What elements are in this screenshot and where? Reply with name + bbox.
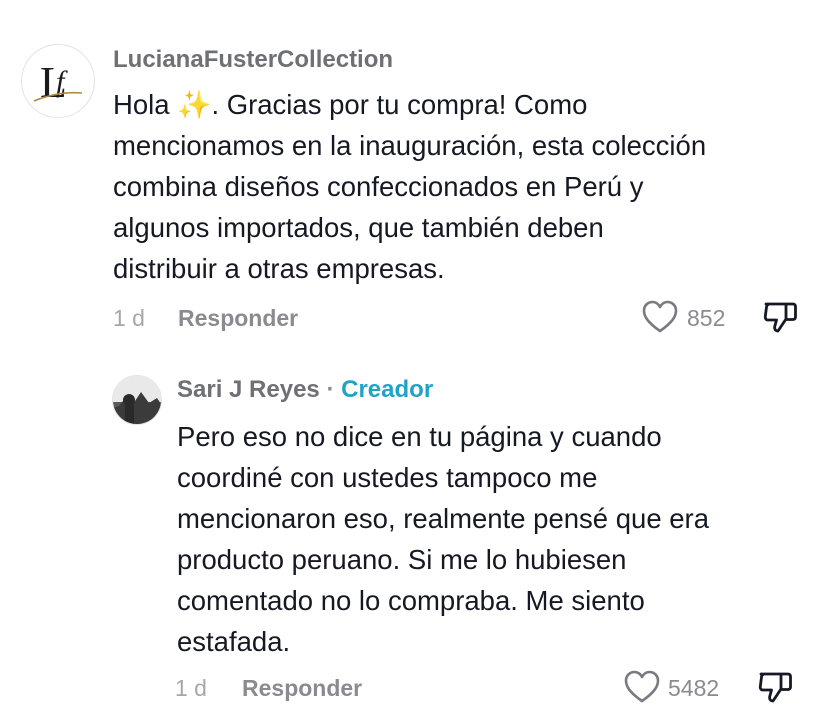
creator-badge: Creador <box>341 376 434 403</box>
comment-age: 1 d <box>175 675 207 701</box>
thumbs-down-icon[interactable] <box>762 299 798 335</box>
thumbs-down-icon[interactable] <box>757 669 793 705</box>
avatar[interactable]: L f <box>21 44 95 118</box>
like-count: 852 <box>687 305 726 331</box>
reply-button[interactable]: Responder <box>242 675 362 702</box>
user-photo-avatar <box>113 376 161 424</box>
comment-text-line: mencionamos en la inauguración, esta col… <box>113 130 707 161</box>
like-count: 5482 <box>668 675 720 701</box>
comment-text-line: combina diseños confeccionados en Perú y <box>113 171 644 202</box>
comment-text-line: comentado no lo compraba. Me siento <box>177 585 645 616</box>
heart-icon[interactable] <box>623 669 661 705</box>
comment-text: Pero eso no dice en tu página y cuando c… <box>177 416 817 662</box>
comment-text-line: mencionaron eso, realmente pensé que era <box>177 503 710 534</box>
reply-comment-item: Sari J Reyes · Creador Pero eso no dice … <box>0 350 828 727</box>
comment-item: L f LucianaFusterCollection Hola ✨. Grac… <box>0 0 828 350</box>
reply-button[interactable]: Responder <box>178 305 298 332</box>
comment-author-line: Sari J Reyes · Creador <box>177 376 433 404</box>
comment-username[interactable]: Sari J Reyes <box>177 376 320 403</box>
comment-text-line: producto peruano. Si me lo hubiesen <box>177 544 627 575</box>
comment-text-line: Pero eso no dice en tu página y cuando <box>177 421 662 452</box>
comment-text-line: coordiné con ustedes tampoco me <box>177 462 598 493</box>
comment-text-line: algunos importados, que también deben <box>113 212 604 243</box>
separator-dot: · <box>326 376 335 403</box>
comment-text-line: Hola ✨. Gracias por tu compra! Como <box>113 89 588 120</box>
heart-icon[interactable] <box>641 299 679 335</box>
avatar[interactable] <box>112 375 162 425</box>
brand-logo-icon: L f <box>33 58 83 107</box>
comment-username[interactable]: LucianaFusterCollection <box>113 46 393 74</box>
comment-text-line: distribuir a otras empresas. <box>113 253 445 284</box>
comment-age: 1 d <box>113 305 145 331</box>
comment-text-line: estafada. <box>177 626 291 657</box>
comment-text: Hola ✨. Gracias por tu compra! Como menc… <box>113 84 813 289</box>
